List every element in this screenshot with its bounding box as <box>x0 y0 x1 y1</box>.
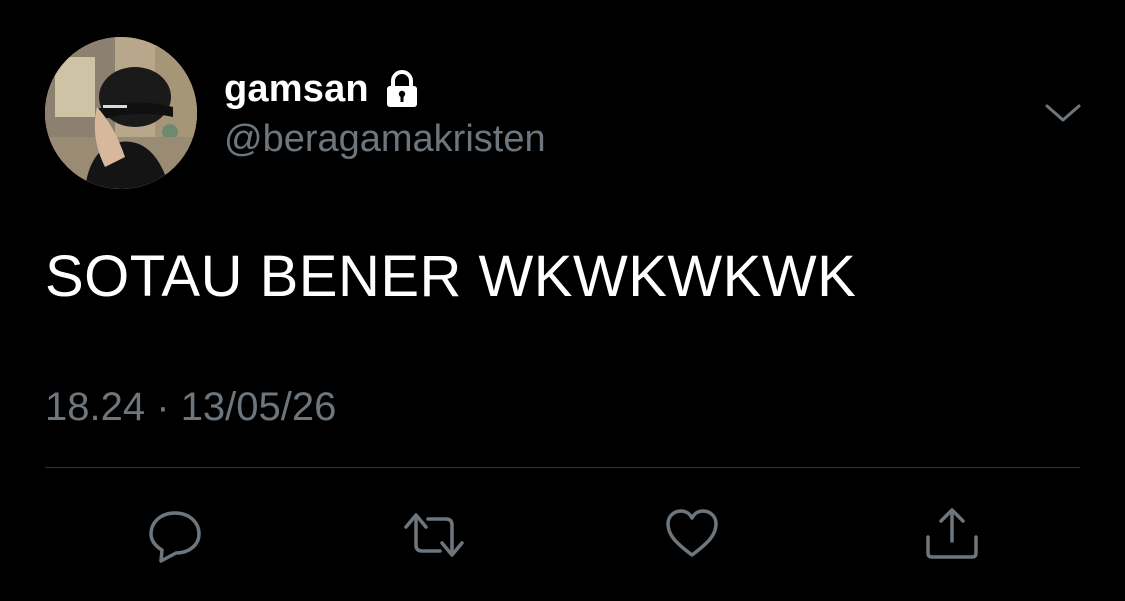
share-icon <box>922 505 982 565</box>
lock-icon <box>383 69 421 109</box>
meta-separator: · <box>156 385 170 429</box>
reply-icon <box>145 505 205 565</box>
tweet-timestamp[interactable]: 18.24 · 13/05/26 <box>45 385 336 430</box>
like-button[interactable] <box>664 505 724 565</box>
divider <box>45 467 1080 468</box>
tweet-date: 13/05/26 <box>180 385 337 429</box>
tweet-card: gamsan @beragamakristen SOTAU BENER WKWK… <box>0 0 1125 601</box>
chevron-down-icon[interactable] <box>1043 98 1083 128</box>
share-button[interactable] <box>922 505 982 565</box>
tweet-time: 18.24 <box>45 385 146 429</box>
avatar[interactable] <box>45 37 197 189</box>
user-handle[interactable]: @beragamakristen <box>224 118 546 161</box>
retweet-button[interactable] <box>402 505 464 565</box>
display-name-row[interactable]: gamsan <box>224 66 421 112</box>
tweet-text: SOTAU BENER WKWKWKWK <box>45 244 857 309</box>
display-name[interactable]: gamsan <box>224 68 369 111</box>
reply-button[interactable] <box>145 505 205 565</box>
retweet-icon <box>402 505 464 565</box>
heart-icon <box>664 505 724 561</box>
